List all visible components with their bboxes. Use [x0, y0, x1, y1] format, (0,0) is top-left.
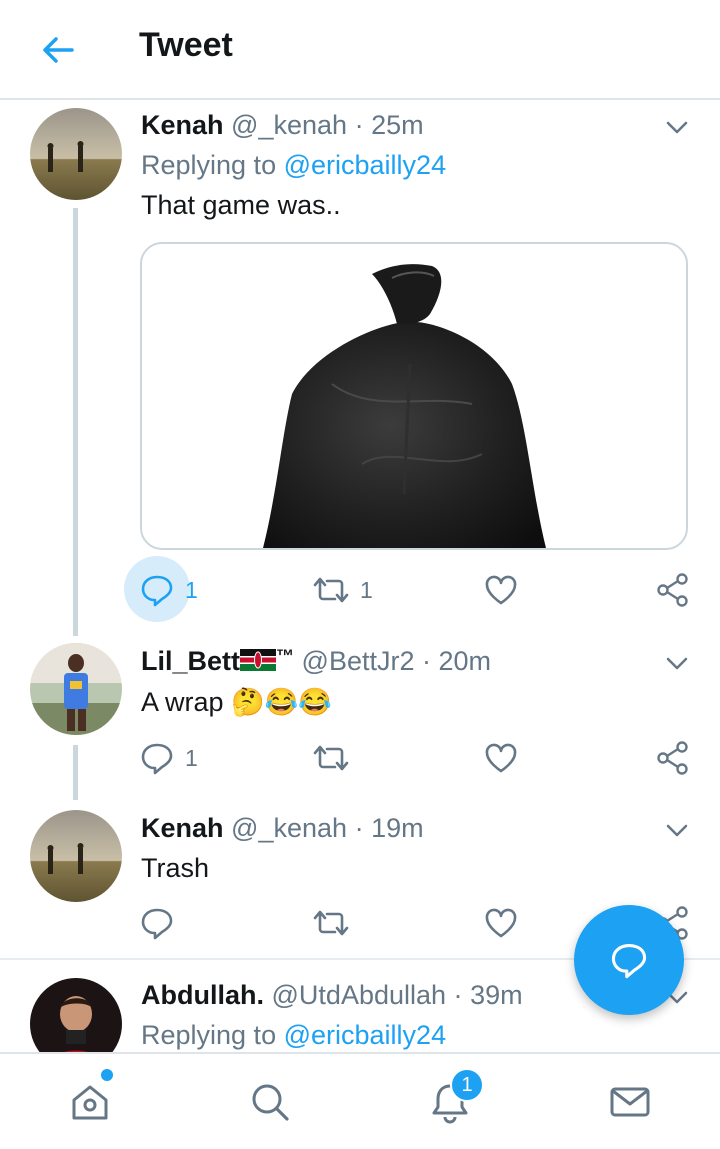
heart-icon — [485, 908, 517, 938]
reply-icon — [141, 908, 173, 940]
tweet-meta: Kenah @_kenah · 19m — [141, 813, 424, 844]
thread-line — [73, 208, 78, 636]
replying-to: Replying to @ericbailly24 — [141, 150, 446, 181]
tweet-text: Trash — [141, 853, 210, 883]
display-name[interactable]: Lil_Bett — [141, 646, 240, 676]
timestamp: 19m — [371, 813, 424, 843]
handle[interactable]: @UtdAbdullah — [272, 980, 447, 1010]
chevron-down-icon[interactable] — [664, 114, 690, 140]
like-button[interactable] — [484, 738, 518, 778]
like-button[interactable] — [484, 570, 518, 610]
display-name[interactable]: Abdullah. — [141, 980, 264, 1010]
tweet-text: That game was.. — [141, 190, 341, 220]
retweet-count: 1 — [360, 576, 373, 603]
home-icon[interactable] — [68, 1080, 112, 1124]
handle[interactable]: @_kenah — [231, 813, 347, 843]
chevron-down-icon[interactable] — [664, 650, 690, 676]
replying-to: Replying to @ericbailly24 — [141, 1020, 446, 1051]
reply-button[interactable]: 1 — [139, 738, 198, 778]
chevron-down-icon[interactable] — [664, 817, 690, 843]
retweet-icon — [313, 910, 349, 936]
reply-button[interactable] — [139, 903, 175, 943]
home-unread-dot — [101, 1069, 113, 1081]
heart-icon — [485, 575, 517, 605]
avatar[interactable] — [30, 643, 122, 735]
share-button[interactable] — [656, 570, 690, 610]
reply-icon — [141, 575, 173, 607]
display-name[interactable]: Kenah — [141, 110, 224, 140]
retweet-button[interactable]: 1 — [312, 570, 373, 610]
avatar[interactable] — [30, 810, 122, 902]
reply-count: 1 — [185, 744, 198, 771]
display-name[interactable]: Kenah — [141, 813, 224, 843]
retweet-button[interactable] — [312, 903, 350, 943]
avatar[interactable] — [30, 108, 122, 200]
reply-button[interactable]: 1 — [139, 570, 198, 610]
mention-link[interactable]: @ericbailly24 — [284, 1020, 446, 1050]
replying-prefix: Replying to — [141, 1020, 277, 1050]
avatar[interactable] — [30, 978, 122, 1052]
share-icon — [657, 573, 688, 607]
tweet-meta: Lil_Bett ™ @BettJr2 · 20m — [141, 646, 491, 678]
reply-icon — [141, 743, 173, 775]
replying-prefix: Replying to — [141, 150, 277, 180]
kenya-flag-icon — [240, 647, 277, 678]
separator: · — [354, 813, 364, 843]
separator: · — [453, 980, 463, 1010]
tweet-media[interactable] — [140, 242, 688, 550]
thread-line — [73, 745, 78, 800]
reply-count: 1 — [185, 576, 198, 603]
separator: · — [422, 646, 431, 676]
search-icon[interactable] — [248, 1080, 292, 1124]
mention-link[interactable]: @ericbailly24 — [284, 150, 446, 180]
bottom-nav — [0, 1052, 720, 1149]
handle[interactable]: @_kenah — [231, 110, 347, 140]
share-icon — [657, 741, 688, 775]
tweet-kenah-1[interactable]: Kenah @_kenah · 25m Replying to @ericbai… — [0, 0, 720, 640]
notifications-badge: 1 — [450, 1068, 484, 1102]
reply-icon — [611, 944, 647, 979]
separator: · — [354, 110, 364, 140]
retweet-icon — [313, 577, 349, 603]
share-button[interactable] — [656, 738, 690, 778]
timestamp: 20m — [438, 646, 492, 676]
like-button[interactable] — [484, 903, 518, 943]
timestamp: 39m — [470, 980, 523, 1010]
name-suffix: ™ — [276, 646, 295, 666]
heart-icon — [485, 743, 517, 773]
tweet-meta: Abdullah. @UtdAbdullah · 39m — [141, 980, 523, 1011]
retweet-icon — [313, 745, 349, 771]
retweet-button[interactable] — [312, 738, 350, 778]
timestamp: 25m — [371, 110, 424, 140]
tweet-lil-bett[interactable]: Lil_Bett ™ @BettJr2 · 20m A wrap 🤔😂😂 1 — [0, 640, 720, 800]
tweet-meta: Kenah @_kenah · 25m — [141, 110, 424, 141]
messages-icon[interactable] — [608, 1080, 652, 1124]
handle[interactable]: @BettJr2 — [302, 646, 415, 676]
compose-reply-button[interactable] — [574, 905, 684, 1015]
tweet-text: A wrap 🤔😂😂 — [141, 687, 332, 717]
